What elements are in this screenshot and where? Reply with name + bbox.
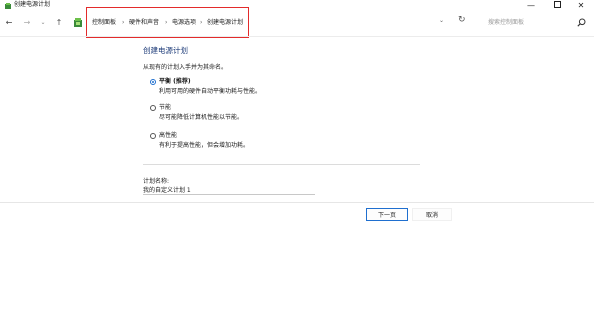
cancel-button[interactable]: 取消 xyxy=(412,208,452,221)
address-bar-divider xyxy=(0,36,594,37)
intro-text: 从现有的计划入手并为其命名。 xyxy=(143,64,228,71)
section-divider xyxy=(143,164,420,165)
maximize-icon xyxy=(553,1,561,8)
control-panel-icon xyxy=(74,18,82,27)
minimize-button[interactable]: — xyxy=(520,0,542,12)
forward-button[interactable]: → xyxy=(21,17,33,29)
up-button[interactable]: ↑ xyxy=(53,17,65,29)
control-panel-icon xyxy=(5,3,11,9)
option-power-saver-description: 尽可能降低计算机性能以节能。 xyxy=(159,114,244,121)
search-box[interactable]: 搜索控制面板 xyxy=(480,14,590,32)
back-button[interactable]: ← xyxy=(3,17,15,29)
search-placeholder: 搜索控制面板 xyxy=(488,19,525,26)
close-button[interactable]: ✕ xyxy=(570,0,592,12)
maximize-button[interactable] xyxy=(546,0,568,12)
address-dropdown-icon[interactable]: ⌄ xyxy=(439,17,444,24)
highlight-annotation-box xyxy=(86,7,249,38)
refresh-icon[interactable]: ↻ xyxy=(458,15,466,25)
radio-high-performance[interactable] xyxy=(150,133,156,139)
radio-power-saver[interactable] xyxy=(150,105,156,111)
option-high-performance-label[interactable]: 高性能 xyxy=(159,132,177,140)
next-button[interactable]: 下一页 xyxy=(366,208,408,221)
recent-locations-button[interactable]: ⌄ xyxy=(37,17,49,29)
option-balanced-label[interactable]: 平衡 (推荐) xyxy=(159,78,191,86)
option-power-saver-label[interactable]: 节能 xyxy=(159,104,171,112)
option-high-performance-description: 有利于提高性能，但会增加功耗。 xyxy=(159,142,250,149)
plan-name-input[interactable] xyxy=(143,184,315,195)
page-title: 创建电源计划 xyxy=(143,46,188,55)
footer-divider xyxy=(0,202,594,203)
radio-balanced[interactable] xyxy=(150,79,156,85)
window-title: 创建电源计划 xyxy=(14,1,51,8)
option-balanced-description: 利用可用的硬件自动平衡功耗与性能。 xyxy=(159,88,262,95)
search-icon[interactable] xyxy=(577,18,586,27)
